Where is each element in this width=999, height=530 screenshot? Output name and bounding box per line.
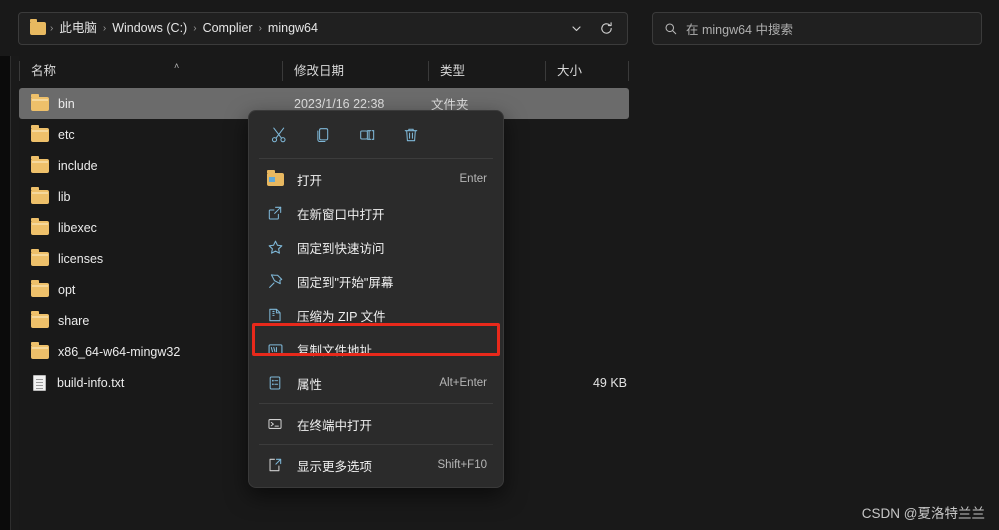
context-menu-item-accelerator: Enter: [459, 173, 488, 185]
address-bar-row: › 此电脑 › Windows (C:) › Complier › mingw6…: [0, 0, 999, 56]
file-name: etc: [58, 127, 75, 142]
folder-open-icon: [264, 168, 286, 190]
column-header-row: 名称 ˄ 修改日期 类型 大小: [19, 56, 629, 86]
breadcrumb-separator: ›: [102, 23, 107, 34]
folder-icon: [31, 310, 49, 328]
trash-icon[interactable]: [389, 118, 433, 152]
file-name: licenses: [58, 251, 104, 266]
column-header-name[interactable]: 名称: [19, 56, 282, 86]
terminal-icon: [264, 413, 286, 435]
file-name: opt: [58, 282, 76, 297]
chevron-down-icon[interactable]: [563, 16, 589, 42]
breadcrumb-item-complier[interactable]: Complier: [199, 13, 257, 44]
file-name: x86_64-w64-mingw32: [58, 344, 181, 359]
context-menu-item-accelerator: Shift+F10: [437, 459, 487, 471]
context-menu-item-accelerator: Alt+Enter: [439, 377, 487, 389]
folder-icon: [31, 186, 49, 204]
column-header-date-modified[interactable]: 修改日期: [282, 56, 428, 86]
context-menu-item-label: 复制文件地址: [297, 343, 373, 358]
address-bar-actions: [563, 13, 619, 44]
context-menu-item-open-in-new-window[interactable]: 在新窗口中打开: [253, 196, 499, 230]
breadcrumb-separator: ›: [193, 23, 197, 34]
column-header-type[interactable]: 类型: [428, 56, 545, 86]
context-menu-item-label: 固定到"开始"屏幕: [297, 275, 394, 290]
window-left-inner-gutter: [11, 0, 19, 530]
file-name: lib: [58, 189, 71, 204]
file-name: share: [58, 313, 90, 328]
context-menu-item-properties[interactable]: 属性 Alt+Enter: [253, 366, 499, 400]
folder-icon: [31, 155, 49, 173]
file-size: 49 KB: [592, 375, 627, 390]
context-menu: 打开 Enter 在新窗口中打开 固定到快速访问 固定到"开始"屏幕 压缩为 Z…: [248, 110, 504, 488]
properties-icon: [264, 372, 286, 394]
scissors-icon[interactable]: [257, 118, 301, 152]
folder-icon: [31, 279, 49, 297]
breadcrumb-separator: ›: [50, 23, 54, 34]
address-bar[interactable]: › 此电脑 › Windows (C:) › Complier › mingw6…: [18, 12, 628, 45]
sort-ascending-icon: ˄: [174, 61, 180, 71]
context-menu-item-label: 打开: [297, 173, 323, 188]
search-icon: [665, 22, 677, 34]
context-menu-item-label: 属性: [297, 377, 323, 392]
context-menu-item-label: 固定到快速访问: [297, 241, 385, 256]
context-menu-item-compress-to-zip[interactable]: 压缩为 ZIP 文件: [253, 298, 499, 332]
context-menu-item-pin-to-quick-access[interactable]: 固定到快速访问: [253, 230, 499, 264]
copy-path-icon: [264, 338, 286, 360]
context-menu-divider: [259, 158, 493, 159]
file-name: libexec: [58, 220, 97, 235]
folder-icon: [31, 341, 49, 359]
file-name: bin: [58, 96, 75, 111]
rename-icon[interactable]: [345, 118, 389, 152]
refresh-icon[interactable]: [593, 16, 619, 42]
column-header-size[interactable]: 大小: [545, 56, 628, 86]
copy-icon[interactable]: [301, 118, 345, 152]
pin-icon: [264, 270, 286, 292]
breadcrumb-separator: ›: [258, 23, 262, 34]
breadcrumb-item-windows-c[interactable]: Windows (C:): [108, 13, 191, 44]
context-menu-item-open-in-terminal[interactable]: 在终端中打开: [253, 407, 499, 441]
context-menu-divider: [259, 444, 493, 445]
zip-icon: [264, 304, 286, 326]
folder-icon: [31, 124, 49, 142]
watermark: CSDN @夏洛特兰兰: [861, 506, 985, 521]
window-left-gutter: [0, 0, 10, 530]
context-menu-item-open[interactable]: 打开 Enter: [253, 162, 499, 196]
new-window-icon: [264, 202, 286, 224]
star-icon: [264, 236, 286, 258]
text-file-icon: [33, 374, 46, 391]
context-menu-item-label: 压缩为 ZIP 文件: [297, 309, 386, 324]
context-menu-divider: [259, 403, 493, 404]
more-options-icon: [264, 454, 286, 476]
context-menu-item-copy-file-path[interactable]: 复制文件地址: [253, 332, 499, 366]
context-menu-toolbar: [249, 115, 503, 155]
file-date-modified: 2023/1/16 22:38: [294, 96, 385, 111]
breadcrumb-item-this-pc[interactable]: 此电脑: [55, 13, 101, 44]
context-menu-item-label: 在终端中打开: [297, 418, 373, 433]
breadcrumb-item-mingw64[interactable]: mingw64: [264, 13, 322, 44]
search-input-placeholder[interactable]: 在 mingw64 中搜索: [686, 19, 793, 38]
file-explorer-window: › 此电脑 › Windows (C:) › Complier › mingw6…: [0, 0, 999, 530]
folder-icon: [31, 217, 49, 235]
folder-icon: [31, 93, 49, 111]
file-name: build-info.txt: [57, 375, 125, 390]
context-menu-item-label: 在新窗口中打开: [297, 207, 385, 222]
folder-icon: [31, 248, 49, 266]
folder-icon: [30, 19, 46, 35]
file-name: include: [58, 158, 98, 173]
context-menu-item-show-more-options[interactable]: 显示更多选项 Shift+F10: [253, 448, 499, 482]
context-menu-item-label: 显示更多选项: [297, 459, 373, 474]
search-box[interactable]: 在 mingw64 中搜索: [652, 12, 982, 45]
context-menu-item-pin-to-start[interactable]: 固定到"开始"屏幕: [253, 264, 499, 298]
column-separator[interactable]: [628, 61, 629, 81]
